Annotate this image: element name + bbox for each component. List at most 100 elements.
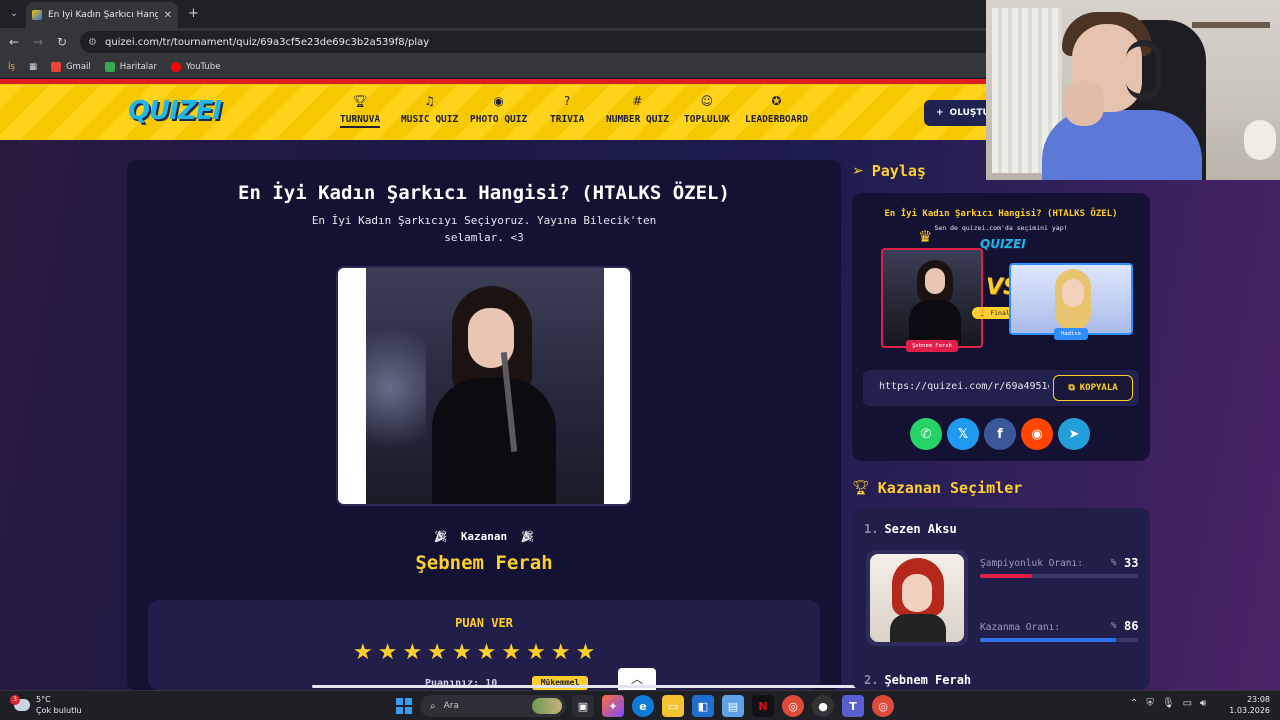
star-icon[interactable]: ★ xyxy=(477,640,497,665)
copilot-icon[interactable]: ✦ xyxy=(602,695,624,717)
search-icon: ⌕ xyxy=(430,700,436,712)
bookmark-youtube[interactable]: YouTube xyxy=(170,61,220,72)
nav-item-leaderboard[interactable]: ✪ LEADERBOARD xyxy=(745,94,808,125)
star-icon[interactable]: ★ xyxy=(501,640,521,665)
star-icon[interactable]: ★ xyxy=(576,640,596,665)
back-icon[interactable]: ← xyxy=(6,34,22,50)
nav-item-topluluk[interactable]: ☺ TOPLULUK xyxy=(684,94,730,125)
nav-item-music-quiz[interactable]: ♫ MUSIC QUIZ xyxy=(401,94,458,125)
champion-rate-label: Şampiyonluk Oranı: xyxy=(980,558,1083,569)
copy-button[interactable]: ⧉ KOPYALA xyxy=(1053,375,1133,401)
chrome-icon[interactable]: ◎ xyxy=(782,695,804,717)
site-info-icon[interactable]: ⚙ xyxy=(88,37,97,48)
share-link[interactable]: https://quizei.com/r/69a4951e6 xyxy=(879,381,1049,392)
share-card-title: En İyi Kadın Şarkıcı Hangisi? (HTALKS ÖZ… xyxy=(884,209,1118,219)
windows-taskbar: 3 5°C Çok bulutlu ⌕ Ara ▣ ✦ e ▭ ◧ ▤ N ◎ … xyxy=(0,690,1280,720)
music-icon: ♫ xyxy=(424,94,435,108)
address-bar[interactable]: ⚙ quizei.com/tr/tournament/quiz/69a3cf5e… xyxy=(80,31,1000,53)
chrome-profile-icon[interactable]: ◎ xyxy=(872,695,894,717)
percent-sign: % xyxy=(1111,558,1117,568)
nav-item-turnuva[interactable]: 🏆︎ TURNUVA xyxy=(340,94,381,128)
winner-item-photo xyxy=(866,550,968,646)
champion-rate-value: 33 xyxy=(1124,556,1139,570)
trophy-icon: 🏆︎ xyxy=(852,480,870,496)
star-icon[interactable]: ★ xyxy=(427,640,447,665)
copy-icon: ⧉ xyxy=(1068,383,1075,393)
crown-icon: ♛ xyxy=(918,227,933,246)
reload-icon[interactable]: ↻ xyxy=(54,34,70,50)
star-icon[interactable]: ★ xyxy=(353,640,373,665)
percent-sign: % xyxy=(1111,621,1117,631)
star-icon[interactable]: ★ xyxy=(551,640,571,665)
taskbar-search[interactable]: ⌕ Ara xyxy=(420,695,566,717)
edge-icon[interactable]: e xyxy=(632,695,654,717)
star-icon[interactable]: ★ xyxy=(452,640,472,665)
share-heading: ➢ Paylaş xyxy=(852,162,926,180)
winner-item-name[interactable]: 1. Sezen Aksu xyxy=(864,522,957,536)
rating-title: PUAN VER xyxy=(455,616,513,630)
hash-icon: # xyxy=(632,94,643,108)
security-icon[interactable]: ⛨ xyxy=(1146,698,1154,709)
winner-item-name[interactable]: 2. Şebnem Ferah xyxy=(864,673,971,687)
nav-item-photo-quiz[interactable]: ◉ PHOTO QUIZ xyxy=(470,94,527,125)
taskbar-clock[interactable]: 23:08 1.03.2026 xyxy=(1228,694,1270,716)
nav-item-number-quiz[interactable]: # NUMBER QUIZ xyxy=(606,94,669,125)
award-icon: ✪ xyxy=(771,94,782,108)
store-icon[interactable]: ◧ xyxy=(692,695,714,717)
question-icon: ? xyxy=(563,94,571,108)
finalist-right-photo xyxy=(1009,263,1133,335)
x-icon[interactable]: 𝕏 xyxy=(947,418,979,450)
winner-photo xyxy=(336,266,632,506)
close-tab-icon[interactable]: ✕ xyxy=(164,10,172,21)
browser-tab[interactable]: En İyi Kadın Şarkıcı Hangisi? (HTALKS ÖZ… xyxy=(26,2,178,28)
bookmark-gmail[interactable]: Gmail xyxy=(50,61,91,72)
plus-icon: + xyxy=(936,108,944,118)
webcam-overlay xyxy=(986,0,1280,180)
party-icon: 🎉︎ xyxy=(520,530,535,543)
app-icon[interactable]: ▤ xyxy=(722,695,744,717)
system-tray: ⌃ ⛨ 🎙︎ ▭ 🔊︎ xyxy=(1130,698,1206,709)
forward-icon[interactable]: → xyxy=(30,34,46,50)
champion-rate-bar xyxy=(980,574,1138,578)
telegram-icon[interactable]: ➤ xyxy=(1058,418,1090,450)
star-icon[interactable]: ★ xyxy=(526,640,546,665)
win-rate-value: 86 xyxy=(1124,619,1139,633)
gmail-icon xyxy=(50,61,61,72)
facebook-icon[interactable]: f xyxy=(984,418,1016,450)
share-link-box: https://quizei.com/r/69a4951e6 ⧉ KOPYALA xyxy=(863,370,1139,406)
weather-temp: 5°C xyxy=(36,695,51,704)
bookmark-maps[interactable]: Haritalar xyxy=(104,61,157,72)
winners-heading: 🏆︎ Kazanan Seçimler xyxy=(852,479,1023,497)
chevron-up-icon[interactable]: ⌃ xyxy=(1130,698,1138,709)
profile-label[interactable]: İş xyxy=(8,62,15,72)
site-logo[interactable]: QUIZEI xyxy=(128,96,222,126)
win-rate-bar xyxy=(980,638,1138,642)
quiz-description: En İyi Kadın Şarkıcıyı Seçiyoruz. Yayına… xyxy=(311,214,657,244)
start-button[interactable] xyxy=(396,698,412,714)
microphone-icon[interactable]: 🎙︎ xyxy=(1162,698,1175,709)
nav-item-trivia[interactable]: ? TRIVIA xyxy=(550,94,584,125)
quiz-result-card: En İyi Kadın Şarkıcı Hangisi? (HTALKS ÖZ… xyxy=(127,160,841,690)
apps-icon[interactable]: ▦ xyxy=(29,62,37,72)
network-icon[interactable]: ▭ xyxy=(1183,698,1192,709)
file-explorer-icon[interactable]: ▭ xyxy=(662,695,684,717)
task-view-icon[interactable]: ▣ xyxy=(572,695,594,717)
url-text: quizei.com/tr/tournament/quiz/69a3cf5e23… xyxy=(104,36,430,48)
whatsapp-icon[interactable]: ✆ xyxy=(910,418,942,450)
star-icon[interactable]: ★ xyxy=(402,640,422,665)
finalist-left-name: Şebnem Ferah xyxy=(906,340,958,352)
netflix-icon[interactable]: N xyxy=(752,695,774,717)
party-icon: 🎉︎ xyxy=(433,530,448,543)
new-tab-icon[interactable]: + xyxy=(188,6,199,21)
favicon-icon xyxy=(32,10,42,20)
volume-icon[interactable]: 🔊︎ xyxy=(1200,698,1206,709)
taskbar-apps: ▣ ✦ e ▭ ◧ ▤ N ◎ ● T ◎ xyxy=(572,695,894,717)
social-share-buttons: ✆ 𝕏f ◉ ➤ xyxy=(910,418,1090,450)
tab-list-icon[interactable]: ⌄ xyxy=(6,6,22,22)
obs-icon[interactable]: ● xyxy=(812,695,834,717)
rating-stars[interactable]: ★ ★ ★ ★ ★ ★ ★ ★ ★ ★ xyxy=(353,640,595,665)
star-icon[interactable]: ★ xyxy=(378,640,398,665)
reddit-icon[interactable]: ◉ xyxy=(1021,418,1053,450)
teams-icon[interactable]: T xyxy=(842,695,864,717)
weather-widget[interactable]: 3 5°C Çok bulutlu xyxy=(10,694,82,716)
